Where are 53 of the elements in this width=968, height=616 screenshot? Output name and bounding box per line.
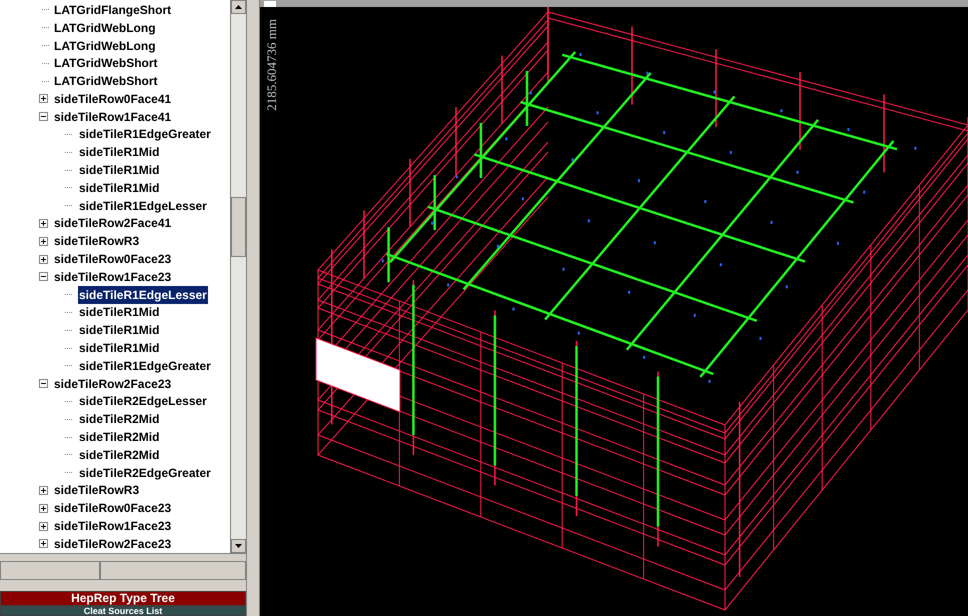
tree-item[interactable]: sideTileRow2Face23 xyxy=(53,374,172,393)
tree-item[interactable]: sideTileRow0Face23 xyxy=(53,250,172,268)
tree-item[interactable]: sideTileRow0Face23 xyxy=(53,499,172,518)
tree-item[interactable]: sideTileR1Mid xyxy=(78,321,160,340)
expand-toggle[interactable] xyxy=(39,236,48,246)
tree-item[interactable]: sideTileR1EdgeLesser xyxy=(78,196,208,215)
tree-item[interactable]: sideTileR1EdgeLesser xyxy=(78,286,208,304)
tree-item[interactable]: sideTileR2EdgeLesser xyxy=(78,392,208,410)
scroll-thumb[interactable] xyxy=(231,197,246,257)
up-arrow-icon xyxy=(235,5,242,9)
toolbar-button[interactable] xyxy=(100,561,246,580)
tree-item[interactable]: LATGridWebShort xyxy=(53,72,159,90)
scroll-up-button[interactable] xyxy=(231,0,246,14)
expand-toggle[interactable] xyxy=(39,94,48,104)
tree-item[interactable]: LATGridWebLong xyxy=(53,36,157,54)
collapse-toggle[interactable] xyxy=(39,272,48,282)
collapse-toggle[interactable] xyxy=(39,379,48,388)
tree-item[interactable]: sideTileRowR3 xyxy=(53,232,140,250)
scale-label: 2185.604736 mm xyxy=(264,19,280,111)
tree-item[interactable]: sideTileR1Mid xyxy=(78,143,160,162)
tree-item[interactable]: sideTileR2Mid xyxy=(78,446,160,464)
expand-toggle[interactable] xyxy=(39,539,48,548)
tree-item[interactable]: LATGridFlangeShort xyxy=(53,0,172,19)
tree-item[interactable]: sideTileR2Mid xyxy=(78,410,160,428)
tree-item[interactable]: sideTileRow1Face23 xyxy=(53,517,172,536)
panel-tab[interactable]: HepRep Type Tree xyxy=(0,591,246,606)
tree-item[interactable]: sideTileR1EdgeGreater xyxy=(78,356,212,375)
scrollbar[interactable] xyxy=(230,0,246,553)
expand-toggle[interactable] xyxy=(39,254,48,264)
toolbar-button[interactable] xyxy=(0,561,100,580)
expand-toggle[interactable] xyxy=(39,522,48,530)
tree-item[interactable]: sideTileR2Mid xyxy=(78,428,160,446)
tree-item[interactable]: sideTileR1Mid xyxy=(78,303,160,322)
tree-item[interactable]: sideTileR1Mid xyxy=(78,339,160,358)
tree-item[interactable]: sideTileRow0Face41 xyxy=(53,90,172,108)
expand-toggle[interactable] xyxy=(39,218,48,228)
scroll-down-button[interactable] xyxy=(231,538,246,553)
tree-item[interactable]: sideTileRow1Face23 xyxy=(53,268,172,286)
tree-item[interactable]: LATGridWebShort xyxy=(53,54,159,72)
tree-item[interactable]: sideTileRow1Face41 xyxy=(53,108,172,126)
tree-item[interactable]: sideTileR2EdgeGreater xyxy=(78,464,212,482)
tree-item[interactable]: sideTileRowR3 xyxy=(53,481,140,500)
tree-item[interactable]: sideTileRow2Face41 xyxy=(53,214,172,232)
expand-toggle[interactable] xyxy=(39,504,48,513)
panel-tab[interactable]: Cleat Sources List xyxy=(0,606,246,616)
down-arrow-icon xyxy=(235,544,242,548)
tree-item[interactable]: sideTileR1EdgeGreater xyxy=(78,125,212,144)
tree-item[interactable]: sideTileR1Mid xyxy=(78,161,160,180)
tree-item[interactable]: LATGridWebLong xyxy=(53,18,157,37)
collapse-toggle[interactable] xyxy=(39,112,48,122)
expand-toggle[interactable] xyxy=(39,486,48,495)
tree-item[interactable]: sideTileR1Mid xyxy=(78,178,160,197)
tree-item[interactable]: sideTileRow2Face23 xyxy=(53,534,172,553)
